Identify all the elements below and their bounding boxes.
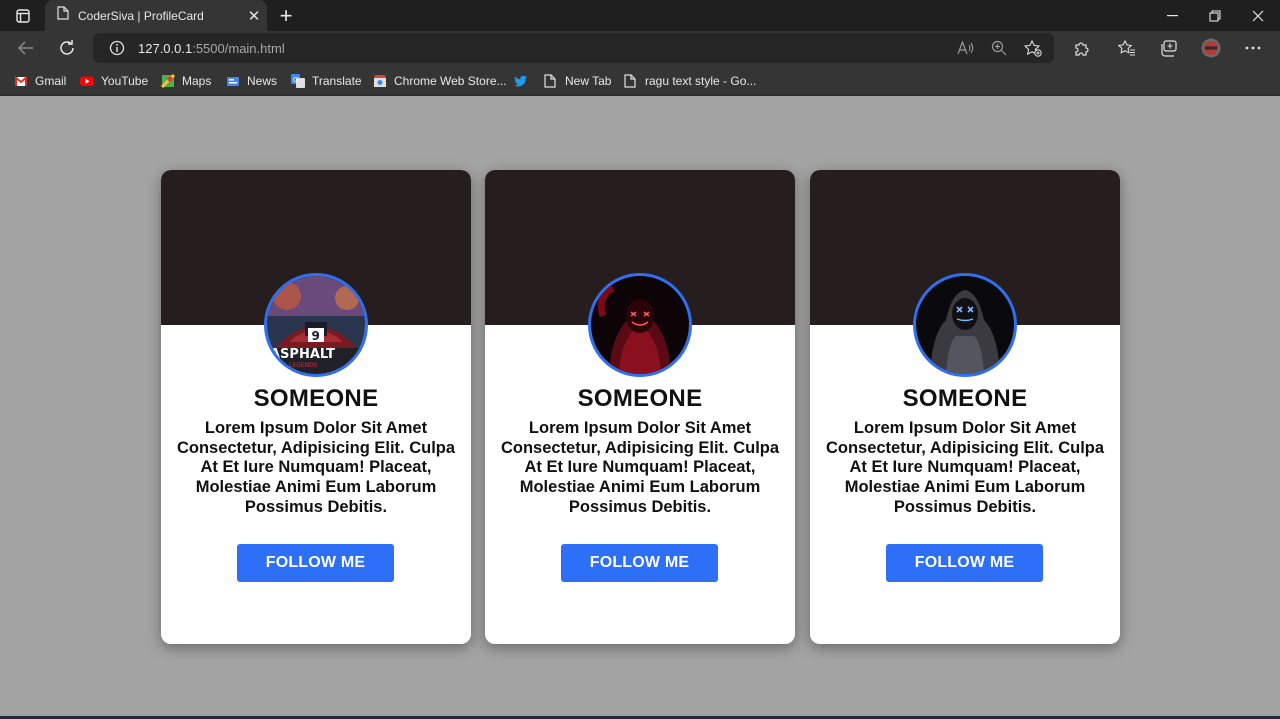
bookmark-ragu-text-style[interactable]: ragu text style - Go...	[624, 71, 756, 91]
profile-name: SOMEONE	[902, 385, 1028, 412]
back-icon[interactable]	[11, 33, 41, 63]
twitter-icon	[514, 74, 528, 88]
site-info-icon[interactable]	[109, 40, 125, 56]
navigation-toolbar: 127.0.0.1:5500/main.html	[0, 31, 1280, 65]
bookmark-web-store[interactable]: Chrome Web Store...	[373, 71, 507, 91]
profile-card: 9 ASPHALT LEGENDS SOMEONE Lorem Ipsum Do…	[161, 170, 471, 644]
bookmark-youtube[interactable]: YouTube	[80, 71, 148, 91]
read-aloud-icon[interactable]	[955, 38, 977, 58]
page-icon	[544, 74, 558, 88]
profile-name: SOMEONE	[253, 385, 379, 412]
refresh-icon[interactable]	[52, 33, 82, 63]
profile-description: Lorem Ipsum Dolor Sit Amet Consectetur, …	[500, 419, 780, 516]
bookmark-gmail[interactable]: Gmail	[14, 71, 66, 91]
active-tab[interactable]: CoderSiva | ProfileCard ✕	[45, 0, 267, 31]
bookmark-maps[interactable]: Maps	[160, 71, 211, 91]
close-tab-icon[interactable]: ✕	[241, 3, 267, 29]
close-window-icon[interactable]	[1237, 0, 1279, 31]
profile-description: Lorem Ipsum Dolor Sit Amet Consectetur, …	[825, 419, 1105, 516]
profile-card: SOMEONE Lorem Ipsum Dolor Sit Amet Conse…	[810, 170, 1120, 644]
translate-icon: G	[291, 74, 305, 88]
profile-avatar-icon[interactable]	[1196, 33, 1226, 63]
bookmark-new-tab[interactable]: New Tab	[544, 71, 611, 91]
add-favorite-icon[interactable]	[1022, 38, 1044, 58]
follow-button[interactable]: FOLLOW ME	[561, 544, 718, 582]
maps-icon	[160, 73, 176, 89]
svg-text:G: G	[293, 76, 298, 84]
collections-icon[interactable]	[1153, 33, 1183, 63]
more-options-icon[interactable]	[1238, 33, 1268, 63]
bookmark-twitter[interactable]	[514, 71, 535, 91]
asphalt-game-avatar: 9 ASPHALT LEGENDS	[264, 273, 368, 377]
bookmark-translate[interactable]: G Translate	[291, 71, 362, 91]
profile-card: SOMEONE Lorem Ipsum Dolor Sit Amet Conse…	[485, 170, 795, 644]
minimize-icon[interactable]	[1151, 0, 1193, 31]
address-bar[interactable]: 127.0.0.1:5500/main.html	[93, 33, 1054, 63]
restore-icon[interactable]	[1194, 0, 1236, 31]
page-icon	[624, 74, 638, 88]
profile-description: Lorem Ipsum Dolor Sit Amet Consectetur, …	[176, 419, 456, 516]
page-icon	[57, 6, 69, 25]
extensions-icon[interactable]	[1066, 33, 1096, 63]
svg-text:LEGENDS: LEGENDS	[289, 362, 318, 369]
zoom-icon[interactable]	[988, 38, 1010, 58]
bookmarks-bar: Gmail YouTube Maps News G Translate Chro…	[0, 65, 1280, 96]
svg-text:9: 9	[312, 329, 320, 343]
bookmark-news[interactable]: News	[226, 71, 277, 91]
neon-mask-avatar	[588, 273, 692, 377]
news-icon	[226, 74, 240, 88]
favorites-icon[interactable]	[1112, 33, 1142, 63]
web-store-icon	[373, 74, 387, 88]
tab-actions-icon[interactable]	[8, 5, 38, 27]
svg-text:ASPHALT: ASPHALT	[270, 347, 335, 362]
hooded-figure-avatar	[913, 273, 1017, 377]
tab-title: CoderSiva | ProfileCard	[78, 8, 204, 23]
tab-bar: CoderSiva | ProfileCard ✕ +	[0, 0, 1280, 31]
gmail-icon	[14, 74, 28, 88]
url-text: 127.0.0.1:5500/main.html	[138, 40, 285, 56]
profile-name: SOMEONE	[577, 385, 703, 412]
follow-button[interactable]: FOLLOW ME	[237, 544, 394, 582]
youtube-icon	[80, 74, 94, 88]
follow-button[interactable]: FOLLOW ME	[886, 544, 1043, 582]
new-tab-button[interactable]: +	[273, 3, 299, 29]
